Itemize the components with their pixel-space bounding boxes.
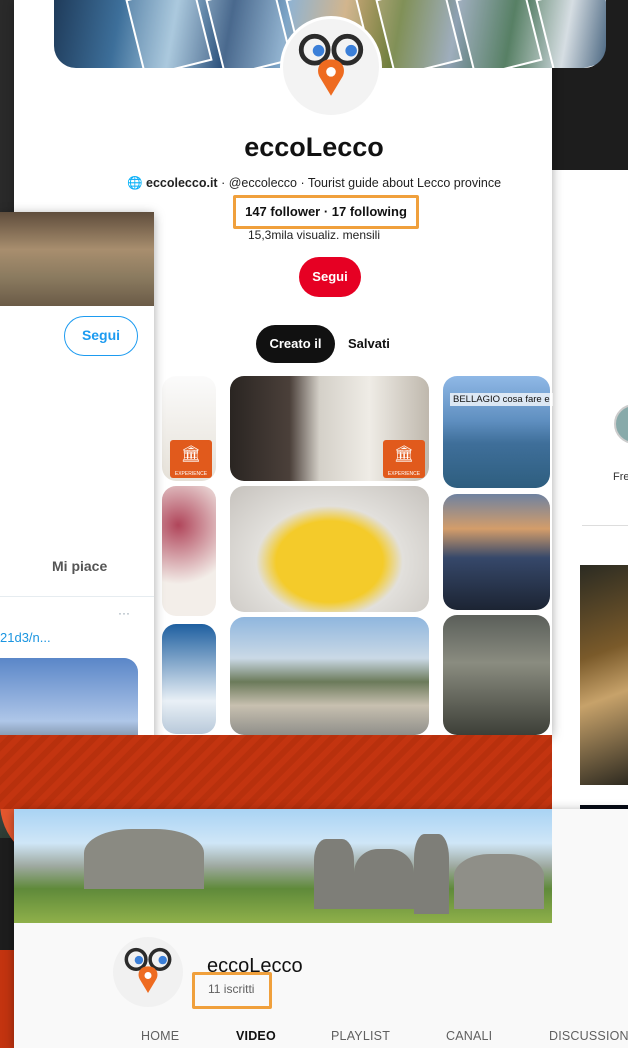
twitter-follow-button[interactable]: Segui [64,316,138,356]
right-divider [582,525,628,526]
tab-discussion[interactable]: DISCUSSIONE [549,1029,628,1043]
tweet-link[interactable]: 21d3/n... [0,630,51,645]
tab-playlist[interactable]: PLAYLIST [331,1029,390,1043]
globe-icon: 🌐 [126,176,143,190]
museum-icon: 🏛 EXPERIENCE [383,440,425,478]
tab-video[interactable]: VIDEO [236,1029,276,1043]
carousel-photo[interactable] [580,565,628,785]
orange-divider-band [0,735,552,809]
pin-card[interactable] [230,486,429,612]
follower-count-highlight[interactable]: 147 follower · 17 following [233,195,419,229]
channel-avatar[interactable] [113,937,183,1007]
more-icon[interactable]: ··· [118,606,130,620]
pin-card[interactable] [443,615,550,735]
tab-channels[interactable]: CANALI [446,1029,492,1043]
tab-saved[interactable]: Salvati [348,336,390,351]
orange-edge [0,950,14,1048]
tab-likes[interactable]: Mi piace [52,558,107,574]
twitter-header-photo [0,212,154,306]
pin-card[interactable] [443,494,550,610]
profile-handle-about: · @eccolecco · Tourist guide about Lecco… [217,176,502,190]
pin-card[interactable] [230,617,429,735]
owl-logo-icon [124,947,172,993]
pin-title-overlay: BELLAGIO cosa fare e [450,393,553,406]
youtube-channel-banner [14,809,552,923]
follow-button[interactable]: Segui [299,257,361,297]
profile-meta: 🌐 eccolecco.it · @eccolecco · Tourist gu… [0,176,628,191]
pin-card[interactable] [162,486,216,616]
tab-created[interactable]: Creato il [256,325,335,363]
eccolecco-logo [280,16,382,118]
profile-name: eccoLecco [244,132,384,162]
pin-card[interactable] [162,624,216,734]
website-link[interactable]: eccolecco.it [146,176,218,190]
museum-icon: 🏛 EXPERIENCE [170,440,212,478]
twitter-divider [0,596,154,597]
right-avatar-label: Fre [613,471,628,483]
tab-home[interactable]: HOME [141,1029,179,1043]
owl-logo-icon [298,33,364,96]
subscriber-count-highlight: 11 iscritti [192,972,272,1009]
